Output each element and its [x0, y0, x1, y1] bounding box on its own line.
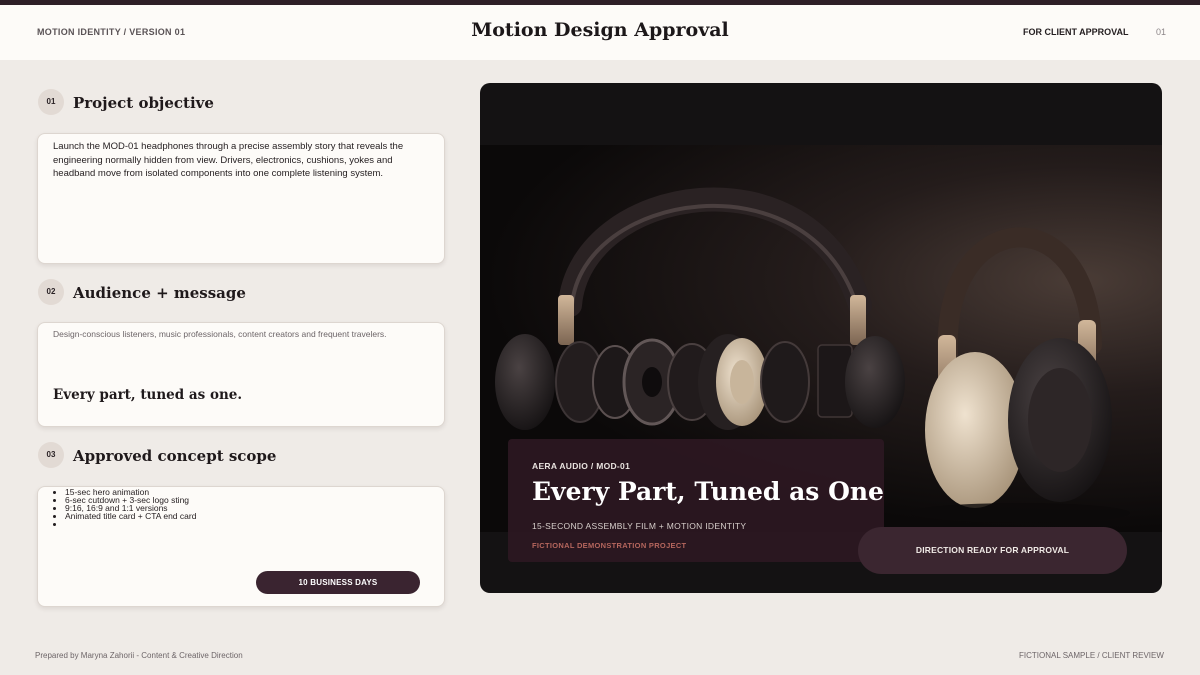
- footer-credit: Prepared by Maryna Zahorii - Content & C…: [35, 651, 243, 660]
- page-number: 01: [1156, 27, 1167, 37]
- section-number-badge: 02: [38, 279, 64, 305]
- audience-heading: Audience + message: [73, 284, 246, 302]
- approval-status-label: FOR CLIENT APPROVAL: [1023, 27, 1129, 37]
- key-message: Every part, tuned as one.: [53, 387, 243, 403]
- brand-label: AERA AUDIO / MOD-01: [532, 461, 631, 471]
- page-title: Motion Design Approval: [471, 19, 729, 41]
- list-item: [65, 520, 196, 528]
- hero-caption-box: AERA AUDIO / MOD-01 Every Part, Tuned as…: [508, 439, 884, 562]
- scope-list: 15-sec hero animation 6-sec cutdown + 3-…: [65, 488, 196, 528]
- audience-card: Design-conscious listeners, music profes…: [37, 322, 445, 427]
- hero-title: Every Part, Tuned as One: [532, 477, 884, 506]
- objective-heading: Project objective: [73, 94, 214, 112]
- list-item: Animated title card + CTA end card: [65, 512, 196, 521]
- page-header: MOTION IDENTITY / VERSION 01 Motion Desi…: [0, 5, 1200, 60]
- audience-text: Design-conscious listeners, music profes…: [53, 329, 387, 339]
- objective-card: Launch the MOD-01 headphones through a p…: [37, 133, 445, 264]
- timeline-pill: 10 BUSINESS DAYS: [256, 571, 420, 594]
- objective-text: Launch the MOD-01 headphones through a p…: [53, 141, 404, 179]
- section-number-badge: 03: [38, 442, 64, 468]
- scope-heading: Approved concept scope: [73, 447, 277, 465]
- hero-subtitle: 15-SECOND ASSEMBLY FILM + MOTION IDENTIT…: [532, 521, 747, 531]
- section-number-badge: 01: [38, 89, 64, 115]
- fictional-note: FICTIONAL DEMONSTRATION PROJECT: [532, 541, 687, 550]
- footer-label: FICTIONAL SAMPLE / CLIENT REVIEW: [1019, 651, 1164, 660]
- hero-panel: AERA AUDIO / MOD-01 Every Part, Tuned as…: [480, 83, 1162, 593]
- approval-cta-button[interactable]: DIRECTION READY FOR APPROVAL: [858, 527, 1127, 574]
- scope-card: 15-sec hero animation 6-sec cutdown + 3-…: [37, 486, 445, 607]
